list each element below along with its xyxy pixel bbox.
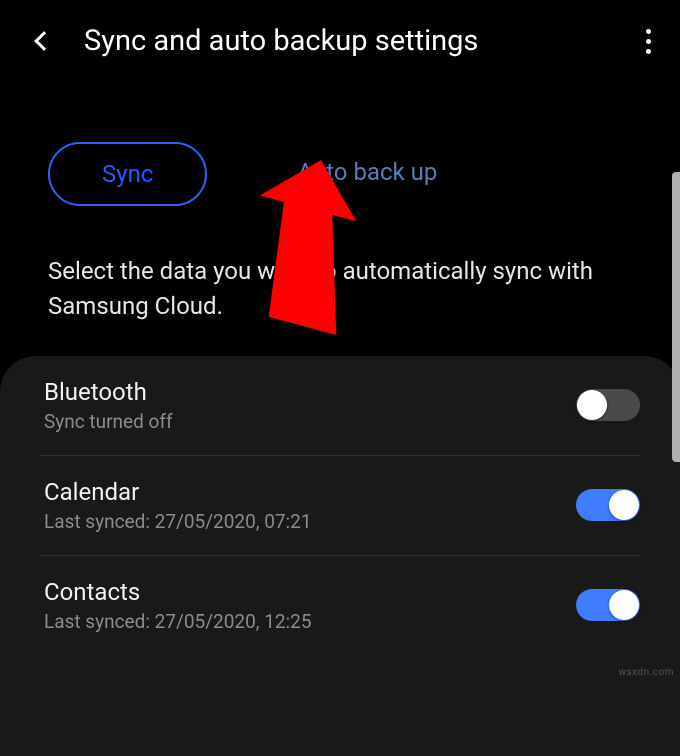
item-text: Calendar Last synced: 27/05/2020, 07:21 xyxy=(44,478,312,533)
item-subtitle: Last synced: 27/05/2020, 12:25 xyxy=(44,610,312,633)
toggle-bluetooth[interactable] xyxy=(576,389,640,421)
toggle-knob-icon xyxy=(609,590,639,620)
watermark: wsxdn.com xyxy=(618,667,674,678)
item-title: Contacts xyxy=(44,578,312,606)
description-text: Select the data you want to automaticall… xyxy=(0,230,680,356)
data-panel: Bluetooth Sync turned off Calendar Last … xyxy=(0,356,680,756)
item-text: Bluetooth Sync turned off xyxy=(44,378,173,433)
dot-icon xyxy=(646,29,651,34)
item-subtitle: Last synced: 27/05/2020, 07:21 xyxy=(44,510,312,533)
back-button[interactable] xyxy=(32,29,56,53)
item-subtitle: Sync turned off xyxy=(44,410,173,433)
toggle-knob-icon xyxy=(609,490,639,520)
tabs: Sync Auto back up xyxy=(0,82,680,230)
item-title: Bluetooth xyxy=(44,378,173,406)
scroll-indicator[interactable] xyxy=(672,172,680,462)
dot-icon xyxy=(646,39,651,44)
item-contacts[interactable]: Contacts Last synced: 27/05/2020, 12:25 xyxy=(0,556,680,655)
more-options-button[interactable] xyxy=(636,25,660,58)
item-text: Contacts Last synced: 27/05/2020, 12:25 xyxy=(44,578,312,633)
tab-auto-backup[interactable]: Auto back up xyxy=(287,142,447,206)
toggle-contacts[interactable] xyxy=(576,589,640,621)
toggle-knob-icon xyxy=(577,390,607,420)
tab-sync[interactable]: Sync xyxy=(48,142,207,206)
back-icon xyxy=(34,31,54,51)
item-bluetooth[interactable]: Bluetooth Sync turned off xyxy=(0,356,680,455)
page-title: Sync and auto backup settings xyxy=(84,24,608,58)
item-title: Calendar xyxy=(44,478,312,506)
header: Sync and auto backup settings xyxy=(0,0,680,82)
toggle-calendar[interactable] xyxy=(576,489,640,521)
item-calendar[interactable]: Calendar Last synced: 27/05/2020, 07:21 xyxy=(0,456,680,555)
dot-icon xyxy=(646,49,651,54)
